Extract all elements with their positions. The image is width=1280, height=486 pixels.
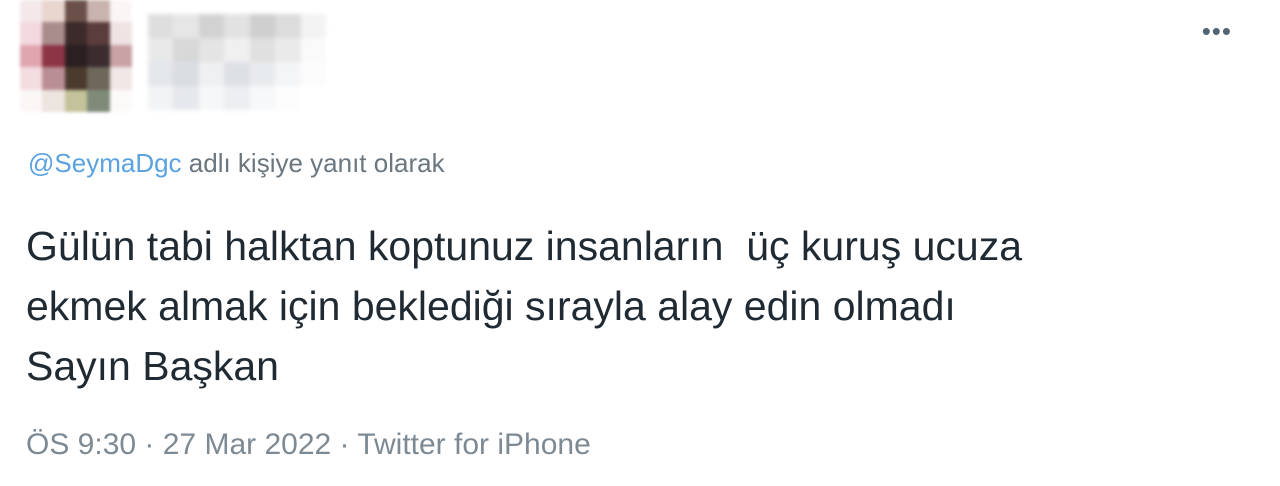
tweet-source[interactable]: Twitter for iPhone bbox=[357, 428, 590, 461]
tweet-meta: ÖS 9:30 · 27 Mar 2022 · Twitter for iPho… bbox=[26, 428, 591, 462]
reply-context-label: adlı kişiye yanıt olarak bbox=[181, 148, 445, 178]
reply-mention-link[interactable]: @SeymaDgc bbox=[28, 148, 182, 178]
tweet-date[interactable]: 27 Mar 2022 bbox=[163, 428, 331, 461]
meta-separator: · bbox=[136, 428, 163, 461]
avatar[interactable] bbox=[20, 0, 132, 112]
more-options-icon[interactable]: ••• bbox=[1202, 18, 1232, 44]
meta-separator: · bbox=[331, 428, 358, 461]
reply-context: @SeymaDgc adlı kişiye yanıt olarak bbox=[28, 148, 445, 179]
user-name-handle[interactable] bbox=[148, 14, 326, 110]
tweet-text: Gülün tabi halktan koptunuz insanların ü… bbox=[26, 223, 1022, 389]
tweet-time[interactable]: ÖS 9:30 bbox=[26, 428, 136, 461]
tweet-card: ••• @SeymaDgc adlı kişiye yanıt olarak G… bbox=[0, 0, 1280, 486]
